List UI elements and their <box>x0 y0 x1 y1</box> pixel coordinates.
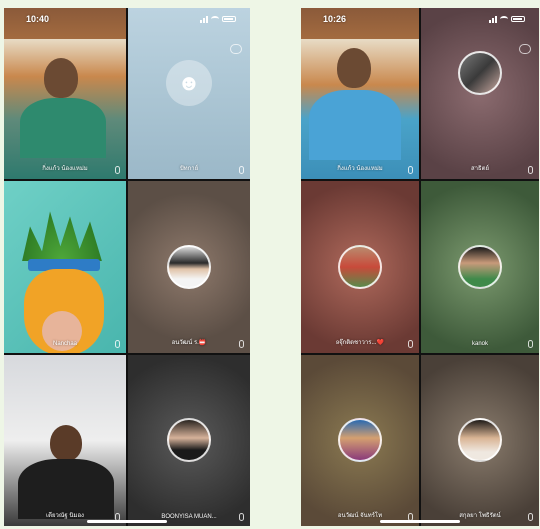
participant-name: Nanchaa <box>52 340 78 347</box>
participant-tile[interactable]: กิ่งแก้ว น้องแหม่ม <box>4 8 126 180</box>
participant-name: ปัทกาย์ <box>179 166 199 173</box>
clock: 10:40 <box>26 14 50 24</box>
participant-tile[interactable]: อนวัฒน์ จันทร์โท <box>301 354 419 526</box>
signal-icon <box>200 15 208 23</box>
participant-tile[interactable]: ☻ ปัทกาย์ <box>128 8 250 180</box>
participant-name: อนวัฒน์ ร.📛 <box>171 339 207 346</box>
mic-icon <box>115 166 120 175</box>
mic-icon <box>528 512 533 521</box>
chat-icon[interactable] <box>519 44 531 54</box>
participant-name: ʚจุ๊กติดชาวาร...❤️ <box>336 339 384 346</box>
participant-name: กิ่งแก้ว น้องแหม่ม <box>42 166 88 173</box>
participant-tile[interactable]: เดียวณัฐ นิมอง <box>4 354 126 526</box>
participant-tile[interactable]: กิ่งแก้ว น้องแหม่ม <box>301 8 419 180</box>
video-call-screen-right: 10:26 กิ่งแก้ว น้องแหม่ม สาธิตย์ ʚจุ๊กติ… <box>301 8 539 526</box>
home-indicator[interactable] <box>87 520 167 523</box>
participant-tile[interactable]: อนวัฒน์ ร.📛 <box>128 181 250 353</box>
status-bar: 10:26 <box>301 8 539 30</box>
avatar <box>338 418 382 463</box>
participant-tile[interactable]: ʚจุ๊กติดชาวาร...❤️ <box>301 181 419 353</box>
avatar <box>167 244 211 289</box>
mic-icon <box>239 339 244 348</box>
wifi-icon <box>211 16 219 22</box>
battery-icon <box>511 16 525 22</box>
participant-name: กิ่งแก้ว น้องแหม่ม <box>337 166 383 173</box>
battery-icon <box>222 16 236 22</box>
participant-name: kanok <box>471 340 488 347</box>
user-placeholder-icon: ☻ <box>166 59 212 106</box>
avatar <box>458 51 502 96</box>
mic-icon <box>528 339 533 348</box>
pineapple-filter <box>22 211 102 262</box>
mic-icon <box>408 339 413 348</box>
participant-name: เดียวณัฐ นิมอง <box>46 512 84 519</box>
participant-tile[interactable]: kanok <box>421 181 539 353</box>
home-indicator[interactable] <box>380 520 460 523</box>
participant-tile[interactable]: Nanchaa <box>4 181 126 353</box>
participant-name: อนวัฒน์ จันทร์โท <box>337 512 383 519</box>
avatar <box>167 418 211 463</box>
avatar <box>338 244 382 289</box>
clock: 10:26 <box>323 14 347 24</box>
mic-icon <box>528 166 533 175</box>
participant-name: สกุลยา โพธิรัตน์ <box>459 512 501 519</box>
participant-name: สาธิตย์ <box>470 166 490 173</box>
mic-icon <box>239 512 244 521</box>
participant-tile[interactable]: สาธิตย์ <box>421 8 539 180</box>
mic-icon <box>115 339 120 348</box>
mic-icon <box>239 166 244 175</box>
chat-icon[interactable] <box>230 44 242 54</box>
video-call-screen-left: 10:40 กิ่งแก้ว น้องแหม่ม ☻ ปัทกาย์ Nanch… <box>4 8 250 526</box>
participant-tile[interactable]: สกุลยา โพธิรัตน์ <box>421 354 539 526</box>
avatar <box>458 418 502 463</box>
avatar <box>458 244 502 289</box>
wifi-icon <box>500 16 508 22</box>
participant-tile[interactable]: BOONYISA MUAN... <box>128 354 250 526</box>
mic-icon <box>408 166 413 175</box>
signal-icon <box>489 15 497 23</box>
status-bar: 10:40 <box>4 8 250 30</box>
